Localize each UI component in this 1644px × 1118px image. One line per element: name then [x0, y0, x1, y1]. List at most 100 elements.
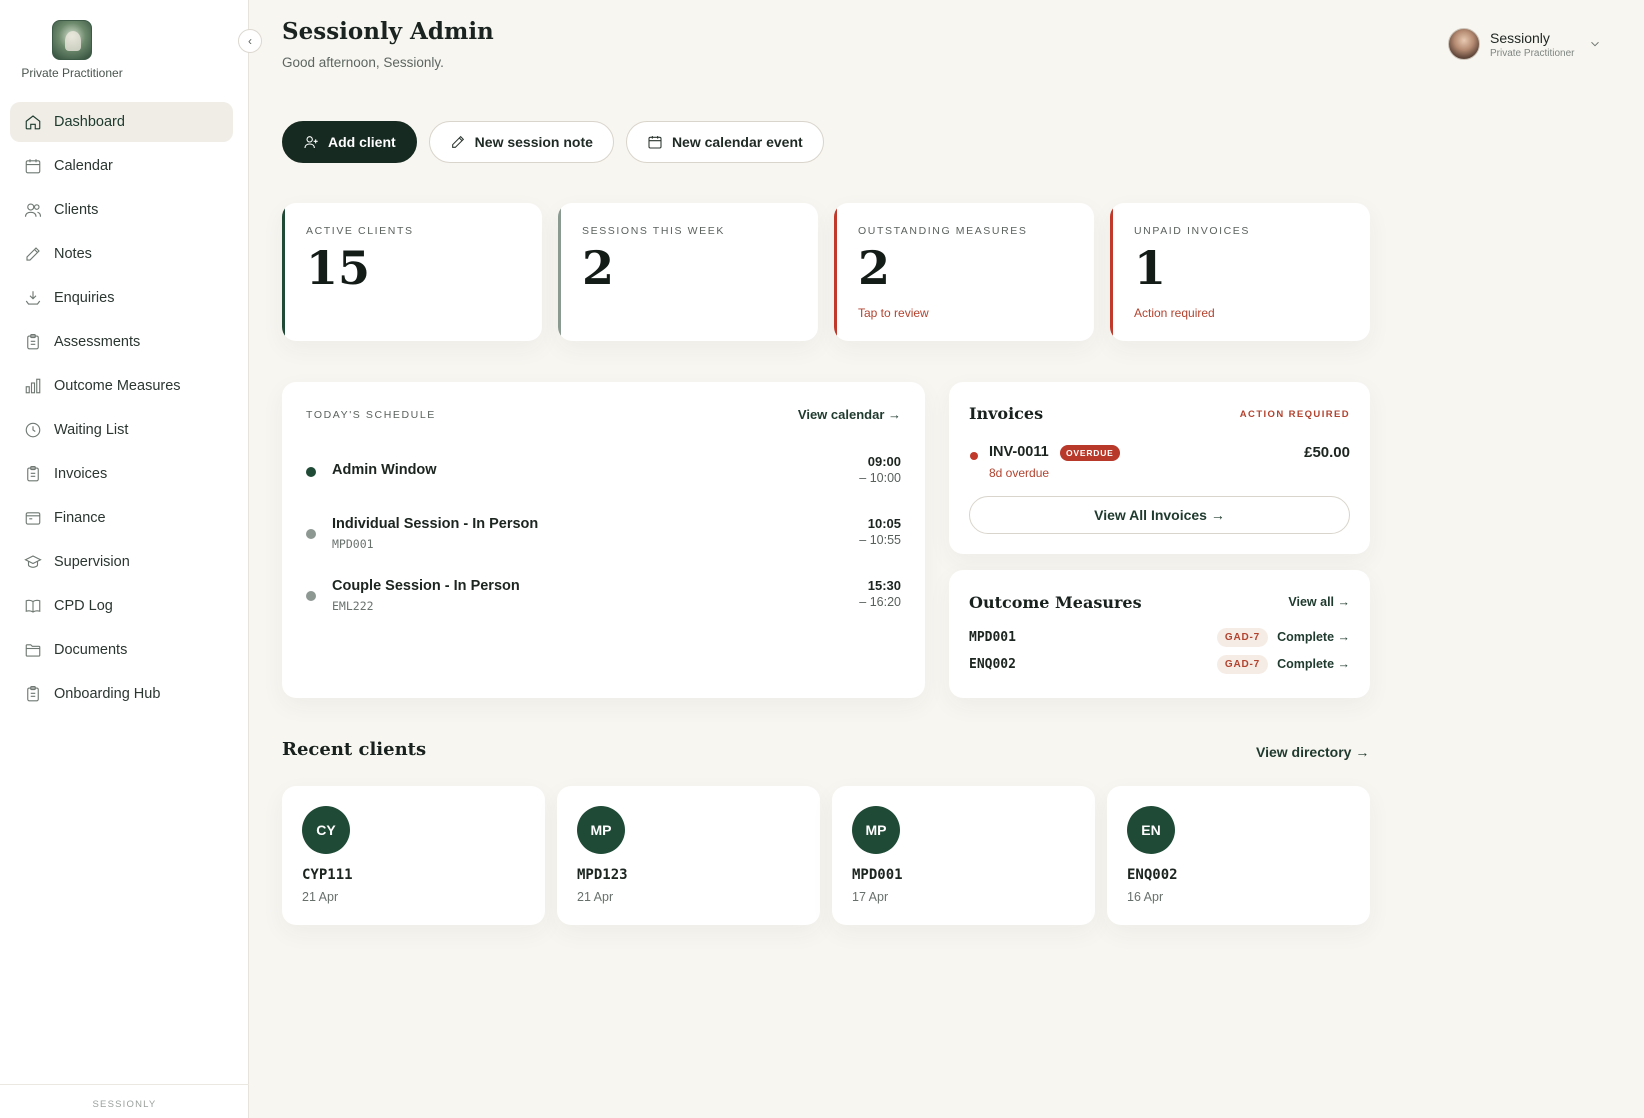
add-client-button[interactable]: Add client [282, 121, 417, 163]
collapse-sidebar-button[interactable]: ‹ [238, 29, 262, 53]
complete-link[interactable]: Complete → [1277, 630, 1350, 644]
status-dot [970, 452, 978, 460]
sidebar-item-label: Clients [54, 202, 99, 218]
status-dot [306, 591, 316, 601]
user-role: Private Practitioner [1490, 47, 1575, 59]
client-code: ENQ002 [969, 657, 1016, 672]
complete-link[interactable]: Complete → [1277, 657, 1350, 671]
client-date: 16 Apr [1127, 890, 1164, 904]
status-dot [306, 467, 316, 477]
outcome-row: MPD001 GAD-7 Complete → [969, 628, 1350, 650]
folder-icon [24, 641, 42, 659]
todays-schedule-panel: TODAY'S SCHEDULE View calendar → Admin W… [282, 382, 925, 698]
sidebar-item-assessments[interactable]: Assessments [10, 322, 233, 362]
new-session-note-button[interactable]: New session note [428, 121, 614, 163]
recent-clients-title: Recent clients [282, 739, 427, 760]
graduation-cap-icon [24, 553, 42, 571]
sidebar-item-invoices[interactable]: Invoices [10, 454, 233, 494]
client-date: 21 Apr [577, 890, 614, 904]
wallet-icon [24, 509, 42, 527]
action-required-flag: ACTION REQUIRED [1239, 409, 1350, 420]
client-card[interactable]: EN ENQ002 16 Apr [1107, 786, 1370, 925]
client-code: CYP111 [302, 867, 353, 883]
stat-note: Tap to review [858, 306, 929, 320]
sidebar-item-label: Calendar [54, 158, 113, 174]
schedule-item[interactable]: Admin Window 09:00 – 10:00 [306, 454, 901, 494]
view-directory-link[interactable]: View directory → [1256, 744, 1369, 760]
sidebar-item-label: CPD Log [54, 598, 113, 614]
stat-note: Action required [1134, 306, 1215, 320]
stat-accent-bar [834, 203, 837, 341]
page-subtitle: Good afternoon, Sessionly. [282, 55, 444, 70]
sidebar-item-label: Enquiries [54, 290, 115, 306]
view-all-invoices-button[interactable]: View All Invoices → [969, 496, 1350, 534]
sidebar-item-documents[interactable]: Documents [10, 630, 233, 670]
sidebar-item-calendar[interactable]: Calendar [10, 146, 233, 186]
sidebar-item-label: Invoices [54, 466, 108, 482]
sidebar-item-notes[interactable]: Notes [10, 234, 233, 274]
sidebar-item-dashboard[interactable]: Dashboard [10, 102, 233, 142]
sidebar-item-supervision[interactable]: Supervision [10, 542, 233, 582]
sidebar-item-label: Waiting List [54, 422, 129, 438]
sidebar-item-cpd-log[interactable]: CPD Log [10, 586, 233, 626]
client-card[interactable]: MP MPD001 17 Apr [832, 786, 1095, 925]
schedule-item-title: Admin Window [332, 462, 437, 478]
users-icon [24, 201, 42, 219]
stat-label: ACTIVE CLIENTS [306, 225, 414, 237]
stat-accent-bar [1110, 203, 1113, 341]
client-code: MPD001 [852, 867, 903, 883]
chevron-down-icon [1588, 37, 1602, 51]
client-code: MPD123 [577, 867, 628, 883]
invoice-id[interactable]: INV-0011 [989, 444, 1049, 460]
stat-card-sessions-this-week[interactable]: SESSIONS THIS WEEK 2 [558, 203, 818, 341]
client-date: 17 Apr [852, 890, 889, 904]
stat-accent-bar [282, 203, 285, 341]
measure-tag: GAD-7 [1216, 628, 1268, 647]
chevron-left-icon: ‹ [248, 34, 252, 48]
schedule-item-title: Couple Session - In Person [332, 578, 520, 594]
stat-card-active-clients[interactable]: ACTIVE CLIENTS 15 [282, 203, 542, 341]
sidebar-item-finance[interactable]: Finance [10, 498, 233, 538]
sidebar-item-label: Dashboard [54, 114, 125, 130]
new-session-note-label: New session note [474, 134, 593, 150]
add-client-label: Add client [328, 134, 396, 150]
outcome-measures-panel: Outcome Measures View all → MPD001 GAD-7… [949, 570, 1370, 698]
sidebar-item-enquiries[interactable]: Enquiries [10, 278, 233, 318]
user-menu[interactable]: Sessionly Private Practitioner [1448, 28, 1602, 60]
stat-value: 2 [582, 241, 615, 295]
sidebar-item-label: Outcome Measures [54, 378, 181, 394]
measure-tag: GAD-7 [1216, 655, 1268, 674]
stat-value: 2 [858, 241, 891, 295]
client-card[interactable]: MP MPD123 21 Apr [557, 786, 820, 925]
calendar-icon [647, 134, 663, 150]
schedule-item-start: 15:30 [867, 578, 901, 593]
client-card[interactable]: CY CYP111 21 Apr [282, 786, 545, 925]
sidebar-item-onboarding-hub[interactable]: Onboarding Hub [10, 674, 233, 714]
brand[interactable]: Private Practitioner [0, 20, 144, 80]
new-calendar-event-button[interactable]: New calendar event [625, 121, 824, 163]
home-icon [24, 113, 42, 131]
sidebar-item-outcome-measures[interactable]: Outcome Measures [10, 366, 233, 406]
stat-card-unpaid-invoices[interactable]: UNPAID INVOICES 1 Action required [1110, 203, 1370, 341]
client-avatar: MP [852, 806, 900, 854]
stat-label: SESSIONS THIS WEEK [582, 225, 725, 237]
page-title: Sessionly Admin [282, 18, 494, 45]
stat-cards: ACTIVE CLIENTS 15 SESSIONS THIS WEEK 2 O… [282, 203, 1370, 341]
view-calendar-link[interactable]: View calendar → [798, 407, 901, 422]
schedule-item-title: Individual Session - In Person [332, 516, 539, 532]
view-all-link[interactable]: View all → [1288, 595, 1350, 609]
stat-label: OUTSTANDING MEASURES [858, 225, 1028, 237]
sidebar-item-label: Finance [54, 510, 106, 526]
sidebar-item-waiting-list[interactable]: Waiting List [10, 410, 233, 450]
schedule-item[interactable]: Individual Session - In Person MPD001 10… [306, 516, 901, 556]
client-avatar: MP [577, 806, 625, 854]
client-code: ENQ002 [1127, 867, 1178, 883]
sidebar-item-label: Onboarding Hub [54, 686, 161, 702]
stat-card-outstanding-measures[interactable]: OUTSTANDING MEASURES 2 Tap to review [834, 203, 1094, 341]
sidebar-item-label: Notes [54, 246, 92, 262]
schedule-item[interactable]: Couple Session - In Person EML222 15:30 … [306, 578, 901, 618]
client-avatar: CY [302, 806, 350, 854]
status-dot [306, 529, 316, 539]
clipboard-icon [24, 333, 42, 351]
sidebar-item-clients[interactable]: Clients [10, 190, 233, 230]
